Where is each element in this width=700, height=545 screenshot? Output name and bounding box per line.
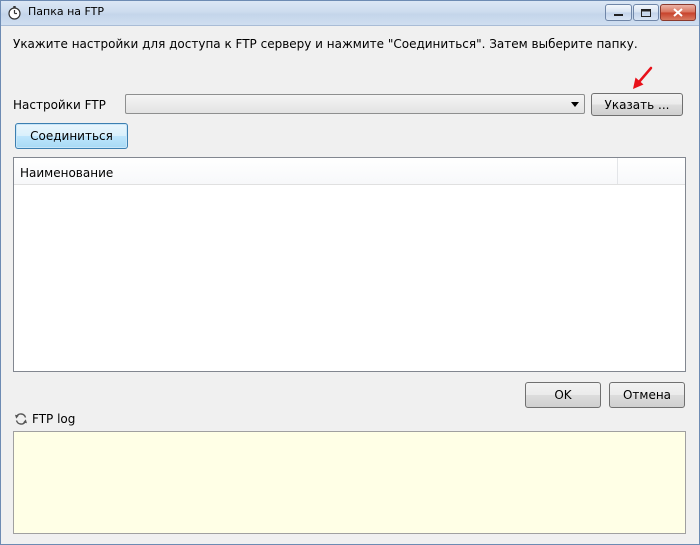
stopwatch-icon xyxy=(8,6,21,20)
minimize-button[interactable] xyxy=(605,4,632,21)
chevron-down-icon xyxy=(571,102,579,107)
list-header: Наименование xyxy=(14,158,685,185)
close-button[interactable] xyxy=(660,4,696,21)
ftp-log-output[interactable] xyxy=(13,431,686,534)
annotation-arrow-icon xyxy=(633,66,653,89)
maximize-icon xyxy=(641,8,651,17)
window-title: Папка на FTP xyxy=(28,5,105,18)
ftp-settings-label: Настройки FTP xyxy=(13,98,106,112)
column-header-name[interactable]: Наименование xyxy=(14,158,618,184)
title-bar[interactable]: Папка на FTP xyxy=(1,1,699,26)
minimize-icon xyxy=(614,13,623,16)
ftp-log-label: FTP log xyxy=(32,412,76,426)
specify-button[interactable]: Указать ... xyxy=(591,93,683,116)
refresh-icon xyxy=(15,413,27,425)
maximize-button[interactable] xyxy=(633,4,659,21)
instruction-text: Укажите настройки для доступа к FTP серв… xyxy=(13,37,638,51)
ftp-folder-dialog: Папка на FTP Укажите настройки для досту… xyxy=(0,0,700,545)
ok-button[interactable]: OK xyxy=(525,382,601,408)
column-header-name-label: Наименование xyxy=(20,166,114,180)
cancel-button[interactable]: Отмена xyxy=(609,382,685,408)
folder-list[interactable]: Наименование xyxy=(13,157,686,372)
connect-button[interactable]: Соединиться xyxy=(15,123,128,149)
ftp-settings-dropdown[interactable] xyxy=(125,94,585,114)
close-icon xyxy=(673,8,683,17)
